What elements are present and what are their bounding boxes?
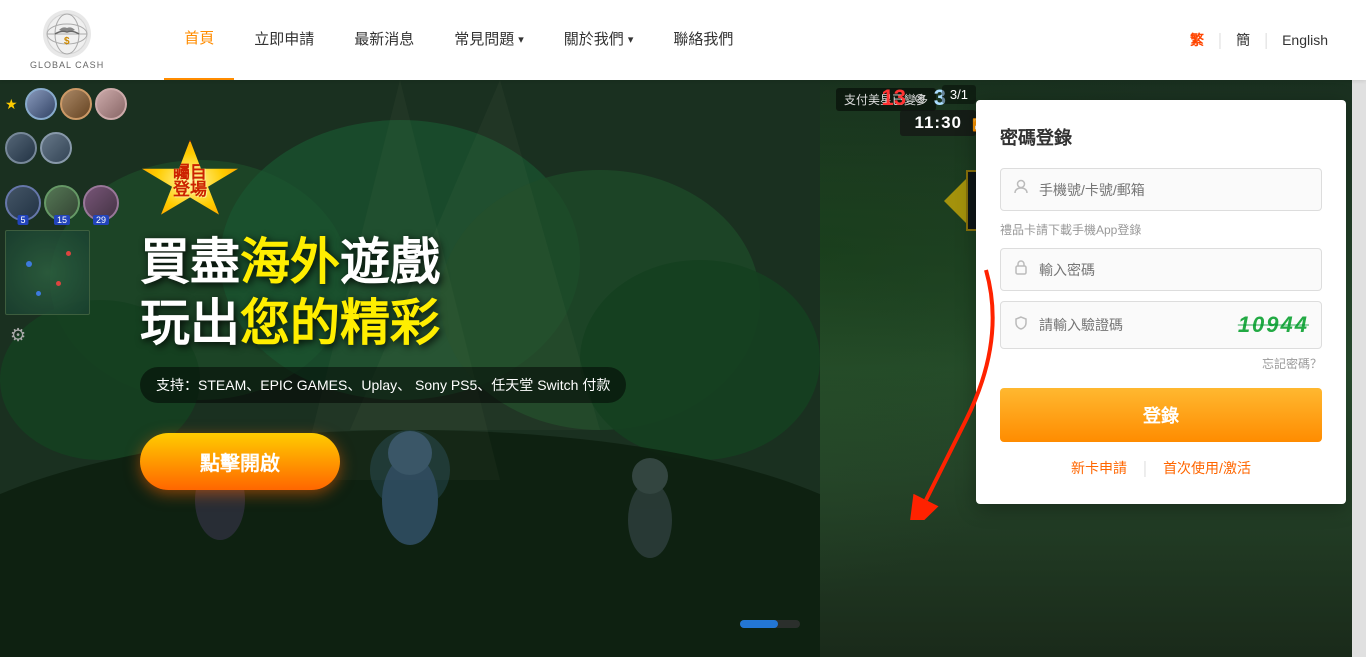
username-field-container: [1000, 168, 1322, 211]
login-button[interactable]: 登錄: [1000, 388, 1322, 442]
login-panel: 密碼登錄 禮品卡請下載手機App登錄: [976, 100, 1346, 504]
lang-simp[interactable]: 簡: [1228, 30, 1258, 50]
nav-item-home[interactable]: 首頁: [164, 0, 234, 80]
captcha-input[interactable]: [1039, 317, 1228, 333]
shield-icon: [1013, 315, 1029, 336]
login-title: 密碼登錄: [1000, 124, 1322, 150]
hero-title-line2: 玩出您的精彩: [140, 296, 626, 351]
activate-link[interactable]: 首次使用/激活: [1163, 458, 1251, 478]
nav-item-news[interactable]: 最新消息: [334, 0, 434, 80]
hud-level-label: 5: [17, 215, 28, 225]
new-card-link[interactable]: 新卡申請: [1071, 458, 1127, 478]
hero-subtitle: 支持：STEAM、EPIC GAMES、Uplay、 Sony PS5、任天堂 …: [140, 367, 626, 403]
nav-item-contact[interactable]: 聯絡我們: [653, 0, 753, 80]
logo[interactable]: $ GLOBAL CASH: [30, 10, 104, 70]
lang-trad[interactable]: 繁: [1182, 30, 1212, 50]
minimap: [5, 230, 90, 315]
captcha-code: 10944: [1238, 312, 1309, 338]
hud-level-label-2: 15: [54, 215, 70, 225]
scrollbar[interactable]: [1352, 0, 1366, 657]
lock-icon: [1013, 259, 1029, 280]
svg-text:$: $: [64, 36, 70, 47]
hud-avatar-5: [40, 132, 72, 164]
hero-content: 矚目 登場 買盡海外遊戲 玩出您的精彩 支持：STEAM、EPIC GAMES、…: [140, 140, 626, 490]
login-footer: 新卡申請 ｜ 首次使用/激活: [1000, 456, 1322, 480]
password-field-container: [1000, 248, 1322, 291]
logo-icon: $: [43, 10, 91, 58]
hud-avatar-3: [95, 88, 127, 120]
username-input[interactable]: [1039, 182, 1309, 198]
login-hint: 禮品卡請下載手機App登錄: [1000, 221, 1322, 238]
faq-chevron-icon: ▾: [518, 0, 524, 80]
hud-avatar-2: [60, 88, 92, 120]
hud-time: 11:30: [900, 110, 976, 136]
hero-title-line1: 買盡海外遊戲: [140, 235, 626, 290]
navbar: $ GLOBAL CASH 首頁 立即申請 最新消息 常見問題 ▾ 關於我們 ▾…: [0, 0, 1366, 80]
nav-item-apply[interactable]: 立即申請: [234, 0, 334, 80]
captcha-field-container: 10944: [1000, 301, 1322, 349]
score-vs: ⊗: [914, 90, 926, 107]
hud-avatar-4: [5, 132, 37, 164]
lang-divider-2: ｜: [1258, 28, 1274, 52]
hero-badge: 矚目 登場: [140, 140, 240, 222]
nav-lang: 繁 ｜ 簡 ｜ English: [1182, 28, 1336, 52]
hud-star-icon: ★: [5, 96, 18, 113]
about-chevron-icon: ▾: [628, 0, 634, 80]
lang-english[interactable]: English: [1274, 32, 1336, 48]
lang-divider-1: ｜: [1212, 28, 1228, 52]
hero-section: ★ 5 15 29: [0, 80, 1366, 657]
hud-avatar-1: [25, 88, 57, 120]
hud-level-label-3: 29: [93, 215, 109, 225]
footer-divider: ｜: [1137, 456, 1153, 480]
forgot-password-link[interactable]: 忘記密碼？: [1000, 355, 1322, 372]
game-card-left-arrow: [944, 179, 966, 223]
password-input[interactable]: [1039, 262, 1309, 278]
nav-item-faq[interactable]: 常見問題 ▾: [434, 0, 544, 80]
nav-item-about[interactable]: 關於我們 ▾: [544, 0, 654, 80]
score-red: 13: [882, 85, 906, 111]
logo-text: GLOBAL CASH: [30, 60, 104, 70]
page-indicator: 3/1: [942, 85, 976, 104]
user-icon: [1013, 179, 1029, 200]
nav-links: 首頁 立即申請 最新消息 常見問題 ▾ 關於我們 ▾ 聯絡我們: [164, 0, 1182, 80]
hero-cta-button[interactable]: 點擊開啟: [140, 433, 340, 490]
gear-icon[interactable]: ⚙: [10, 325, 26, 346]
hud-score: 13 ⊗ 3: [882, 85, 946, 111]
